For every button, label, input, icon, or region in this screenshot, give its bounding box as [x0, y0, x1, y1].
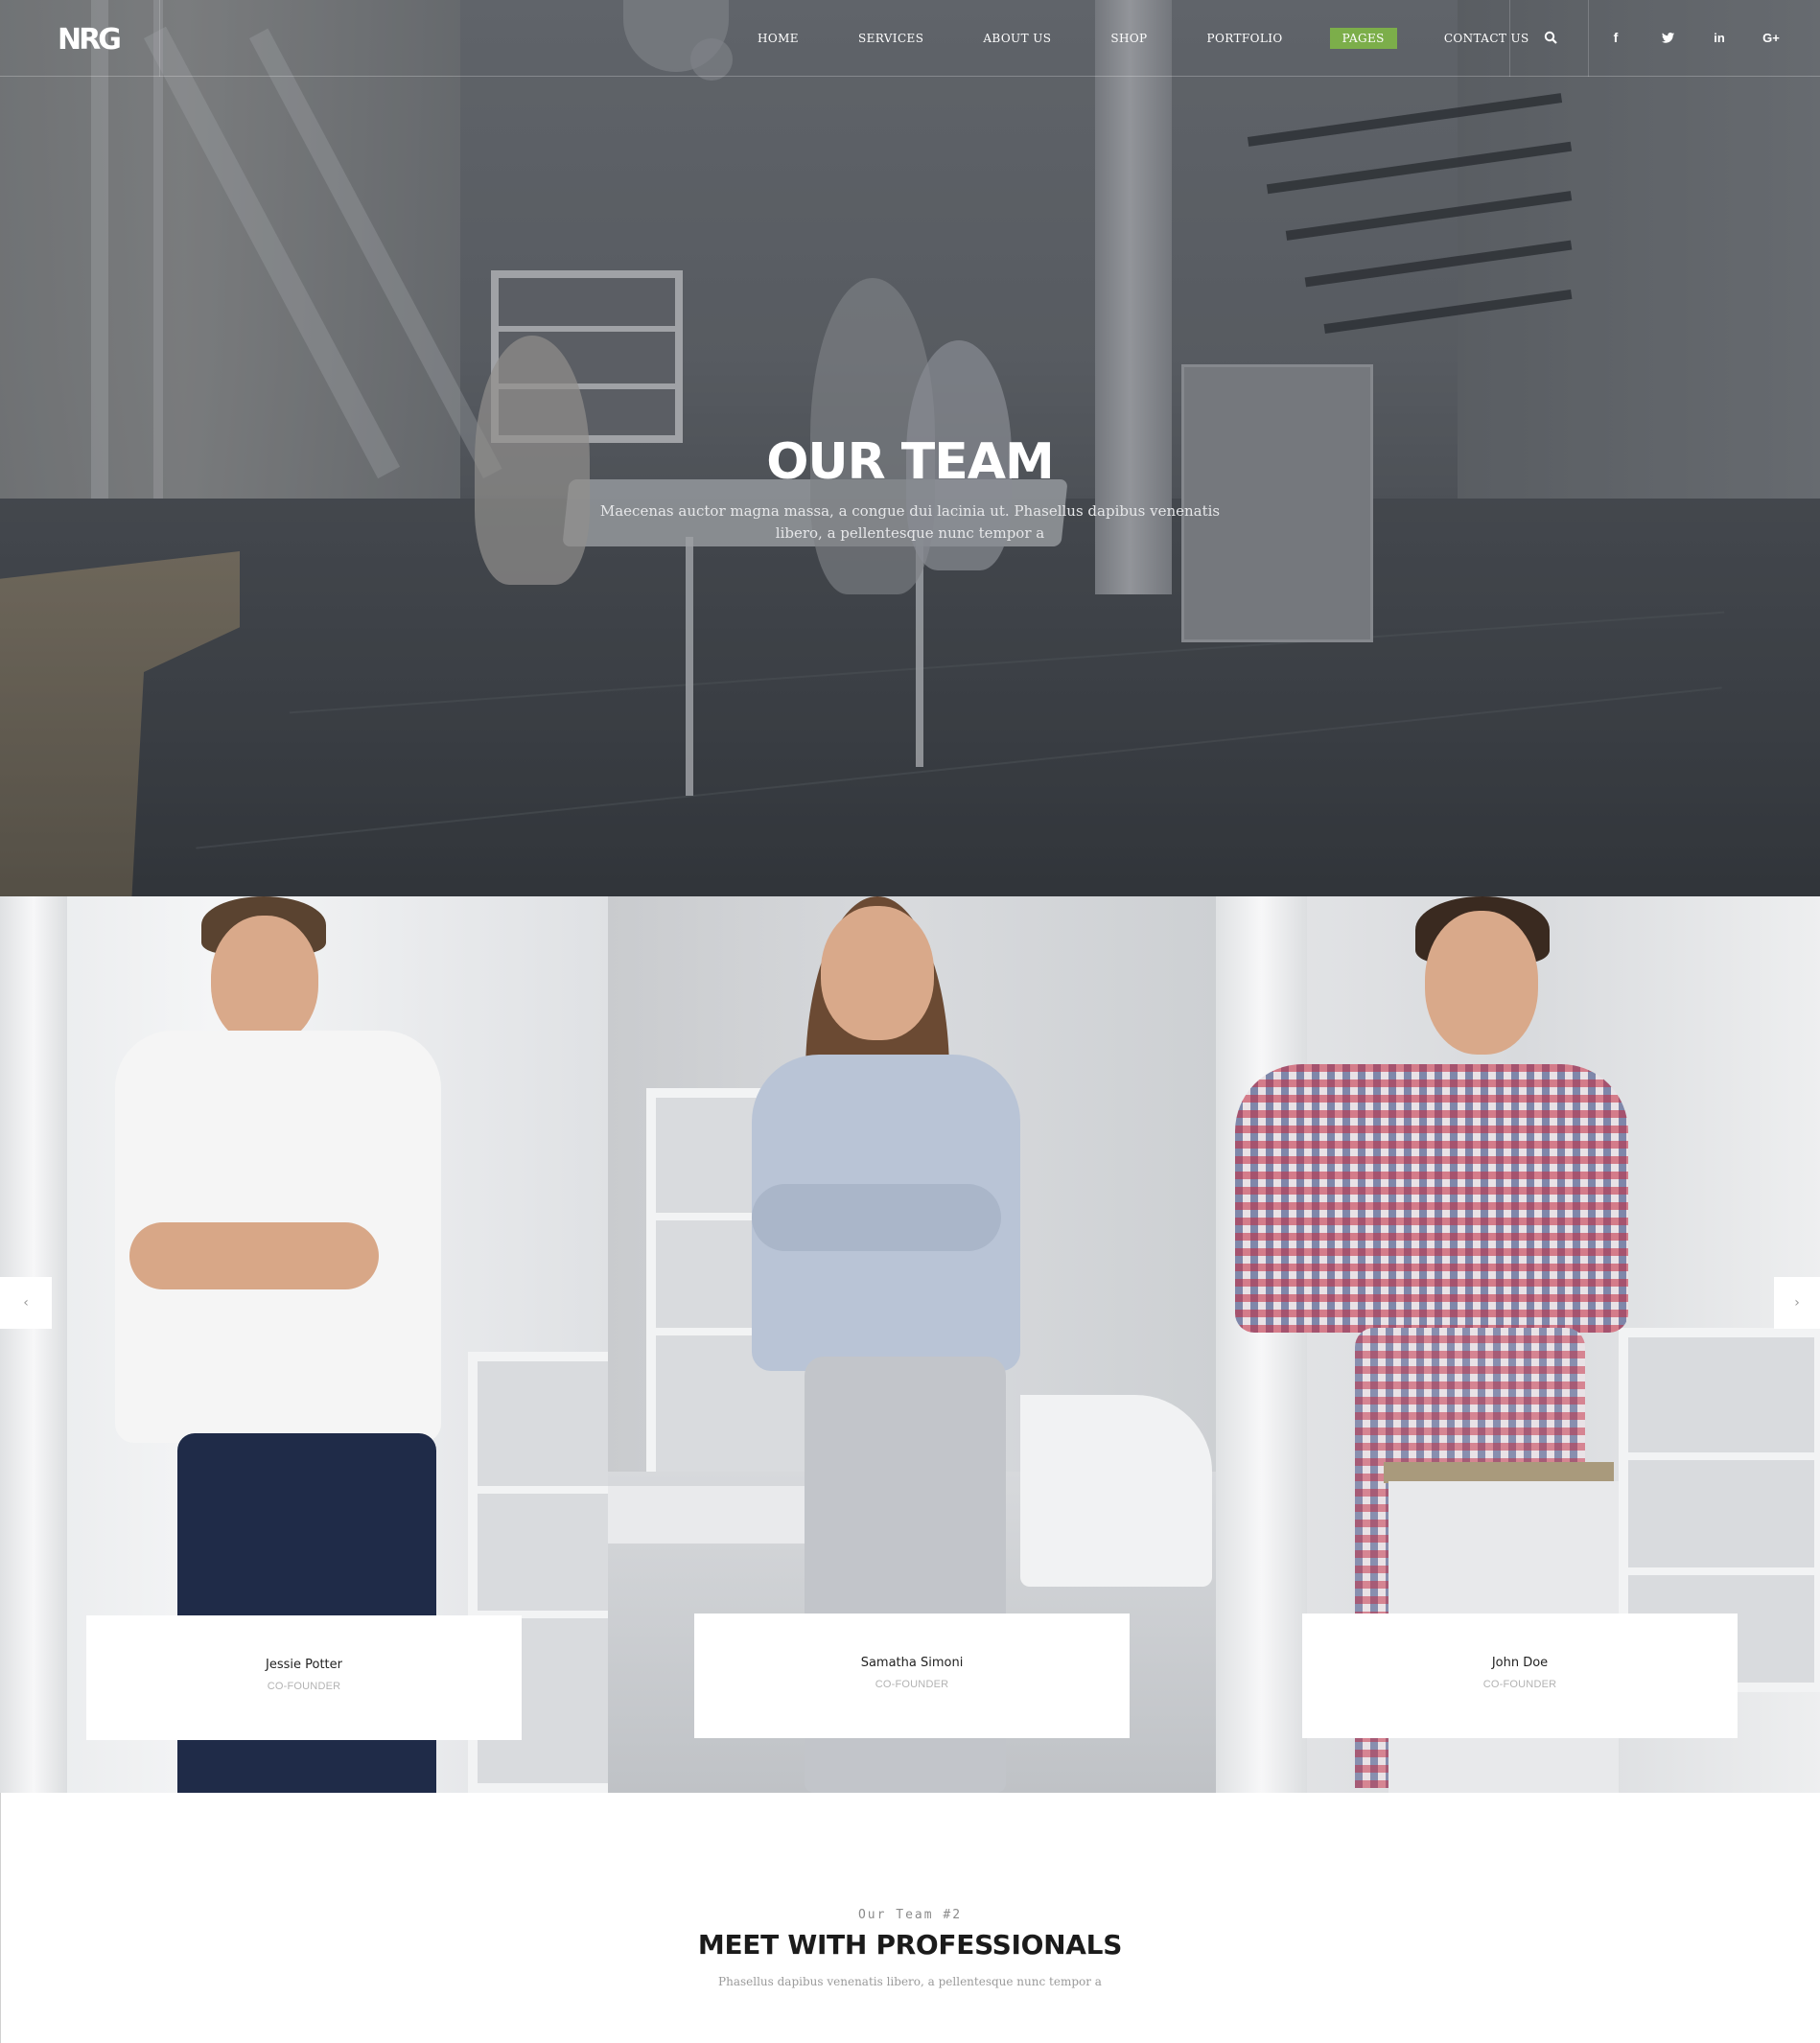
person-arms: [752, 1184, 1001, 1251]
member-role: CO-FOUNDER: [1482, 1679, 1557, 1690]
google-plus-icon[interactable]: G+: [1759, 25, 1784, 50]
section-title: MEET WITH PROFESSIONALS: [697, 1929, 1123, 1961]
person-belt: [1384, 1462, 1614, 1483]
brand-logo[interactable]: NRG: [58, 23, 122, 57]
member-name[interactable]: Samatha Simoni: [694, 1656, 1130, 1670]
linkedin-icon[interactable]: in: [1707, 25, 1732, 50]
nav-item-contact-us[interactable]: CONTACT US: [1444, 28, 1529, 49]
member-name[interactable]: John Doe: [1302, 1656, 1738, 1670]
hero-subtitle: Maecenas auctor magna massa, a congue du…: [599, 502, 1221, 542]
section-pretitle: Our Team #2: [857, 1908, 963, 1922]
twitter-icon[interactable]: [1655, 25, 1680, 50]
nav-item-portfolio[interactable]: PORTFOLIO: [1207, 28, 1283, 49]
facebook-icon[interactable]: f: [1603, 25, 1628, 50]
nav-item-pages[interactable]: PAGES: [1329, 28, 1397, 49]
photo-pillar: [1216, 896, 1307, 1793]
carousel-prev-button[interactable]: ‹: [0, 1277, 52, 1329]
carousel-next-button[interactable]: ›: [1774, 1277, 1820, 1329]
nav-item-shop[interactable]: SHOP: [1110, 28, 1147, 49]
member-card: John Doe CO-FOUNDER: [1302, 1614, 1738, 1738]
member-card: Samatha Simoni CO-FOUNDER: [694, 1614, 1130, 1738]
person-head: [821, 906, 934, 1040]
nav-item-services[interactable]: SERVICES: [858, 28, 923, 49]
nav-divider: [1588, 0, 1589, 77]
team-carousel: Jessie Potter CO-FOUNDER Samatha Simoni …: [0, 896, 1820, 1793]
section-subtitle: Phasellus dapibus venenatis libero, a pe…: [718, 1975, 1102, 1988]
member-role: CO-FOUNDER: [875, 1679, 949, 1690]
hero-section: NRG HOME SERVICES ABOUT US SHOP PORTFOLI…: [0, 0, 1820, 896]
search-icon[interactable]: [1538, 25, 1563, 50]
member-name[interactable]: Jessie Potter: [86, 1658, 522, 1672]
member-card: Jessie Potter CO-FOUNDER: [86, 1615, 522, 1740]
person-arms: [129, 1222, 379, 1289]
main-nav: HOME SERVICES ABOUT US SHOP PORTFOLIO PA…: [758, 27, 1589, 50]
person-head: [1425, 911, 1538, 1055]
nav-divider: [1509, 0, 1510, 77]
photo-chair: [1020, 1395, 1212, 1587]
photo-pillar: [0, 896, 67, 1793]
nav-divider: [159, 0, 160, 77]
page-title: OUR TEAM: [766, 433, 1055, 491]
top-navigation-bar: NRG HOME SERVICES ABOUT US SHOP PORTFOLI…: [0, 0, 1820, 77]
person-plaid-shirt: [1235, 1064, 1628, 1333]
member-role: CO-FOUNDER: [267, 1681, 341, 1692]
nav-item-home[interactable]: HOME: [758, 28, 799, 49]
person-head: [211, 916, 318, 1045]
nav-item-about-us[interactable]: ABOUT US: [983, 28, 1051, 49]
